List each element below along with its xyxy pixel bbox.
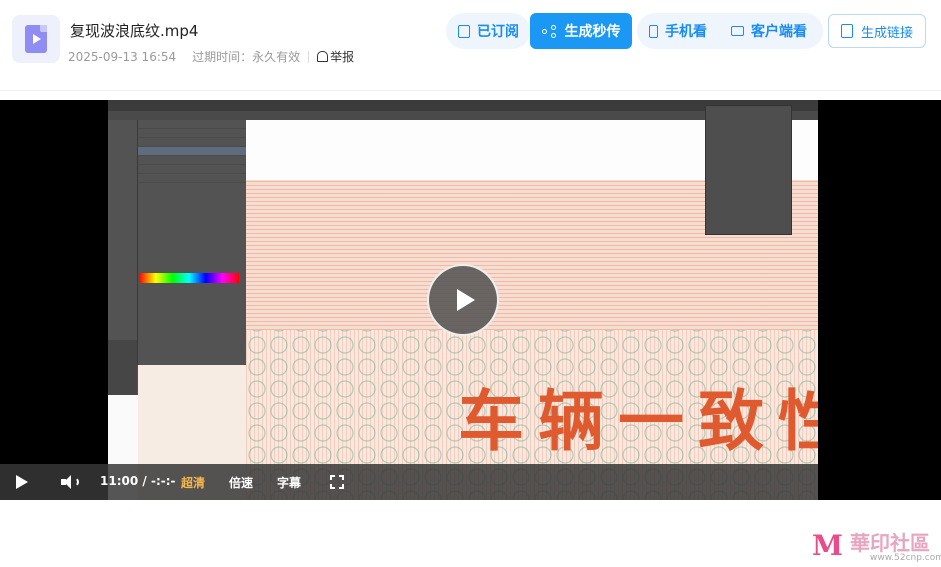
file-title: 复现波浪底纹.mp4 <box>70 22 199 40</box>
generate-link-label: 生成链接 <box>860 25 913 41</box>
file-date: 2025-09-13 16:54 <box>68 49 177 64</box>
color-spectrum <box>139 273 239 283</box>
time-separator: / <box>142 474 147 488</box>
subscribed-label: 已订阅 <box>477 24 519 40</box>
header-divider <box>0 90 941 91</box>
view-group: 手机看 客户端看 <box>637 13 823 49</box>
monitor-icon <box>731 26 744 36</box>
player-controls: 11:00 / -:-:- 超清 倍速 字幕 <box>0 464 818 500</box>
file-expiry: 过期时间：永久有效 <box>192 50 301 64</box>
mobile-view-label: 手机看 <box>665 24 707 40</box>
report-alarm-icon <box>317 51 329 62</box>
watermark-logo: M <box>812 529 843 562</box>
page: 复现波浪底纹.mp4 2025-09-13 16:54 过期时间：永久有效 举报… <box>0 0 941 567</box>
report-link[interactable]: 举报 <box>317 48 354 65</box>
generate-link-button[interactable]: 生成链接 <box>828 14 926 48</box>
fullscreen-icon[interactable] <box>330 475 344 489</box>
video-file-icon <box>12 15 60 63</box>
generate-share-label: 生成秒传 <box>564 24 621 40</box>
speed-button[interactable]: 倍速 <box>229 474 253 491</box>
duration: -:-:- <box>150 474 176 488</box>
play-icon <box>456 289 475 311</box>
document-link-icon <box>840 24 853 38</box>
video-overlay-text: 车辆一致性 <box>458 382 818 460</box>
video-player[interactable]: 车辆一致性 11:00 / -:-:- 超清 倍速 字幕 <box>0 100 941 500</box>
illustrator-subpanel <box>108 340 137 395</box>
current-time: 11:00 <box>100 474 139 488</box>
file-meta: 2025-09-13 16:54 过期时间：永久有效 举报 <box>68 48 354 65</box>
quality-button[interactable]: 超清 <box>181 474 205 491</box>
share-nodes-icon <box>541 24 557 38</box>
subtitle-button[interactable]: 字幕 <box>277 474 301 491</box>
site-watermark: M 華印社區 www.52cnp.com <box>812 525 941 567</box>
illustrator-stroke-panel <box>705 105 792 235</box>
watermark-name: 華印社區 <box>850 531 930 555</box>
generate-share-button[interactable]: 生成秒传 <box>530 13 632 49</box>
volume-icon[interactable] <box>61 474 79 490</box>
subscribe-group: 已订阅 <box>446 13 530 49</box>
big-play-button[interactable] <box>427 264 499 336</box>
meta-divider <box>308 50 310 63</box>
illustrator-appearance-panel <box>137 120 246 365</box>
play-pause-icon[interactable] <box>16 475 28 489</box>
client-view-label: 客户端看 <box>751 24 807 40</box>
mobile-view-button[interactable]: 手机看 <box>637 13 719 49</box>
report-label: 举报 <box>330 50 355 64</box>
bookmark-check-icon <box>458 24 470 38</box>
client-view-button[interactable]: 客户端看 <box>719 13 819 49</box>
watermark-url: www.52cnp.com <box>870 553 941 563</box>
subscribed-button[interactable]: 已订阅 <box>446 13 531 49</box>
phone-icon <box>649 24 658 38</box>
time-display: 11:00 / -:-:- <box>100 474 176 488</box>
